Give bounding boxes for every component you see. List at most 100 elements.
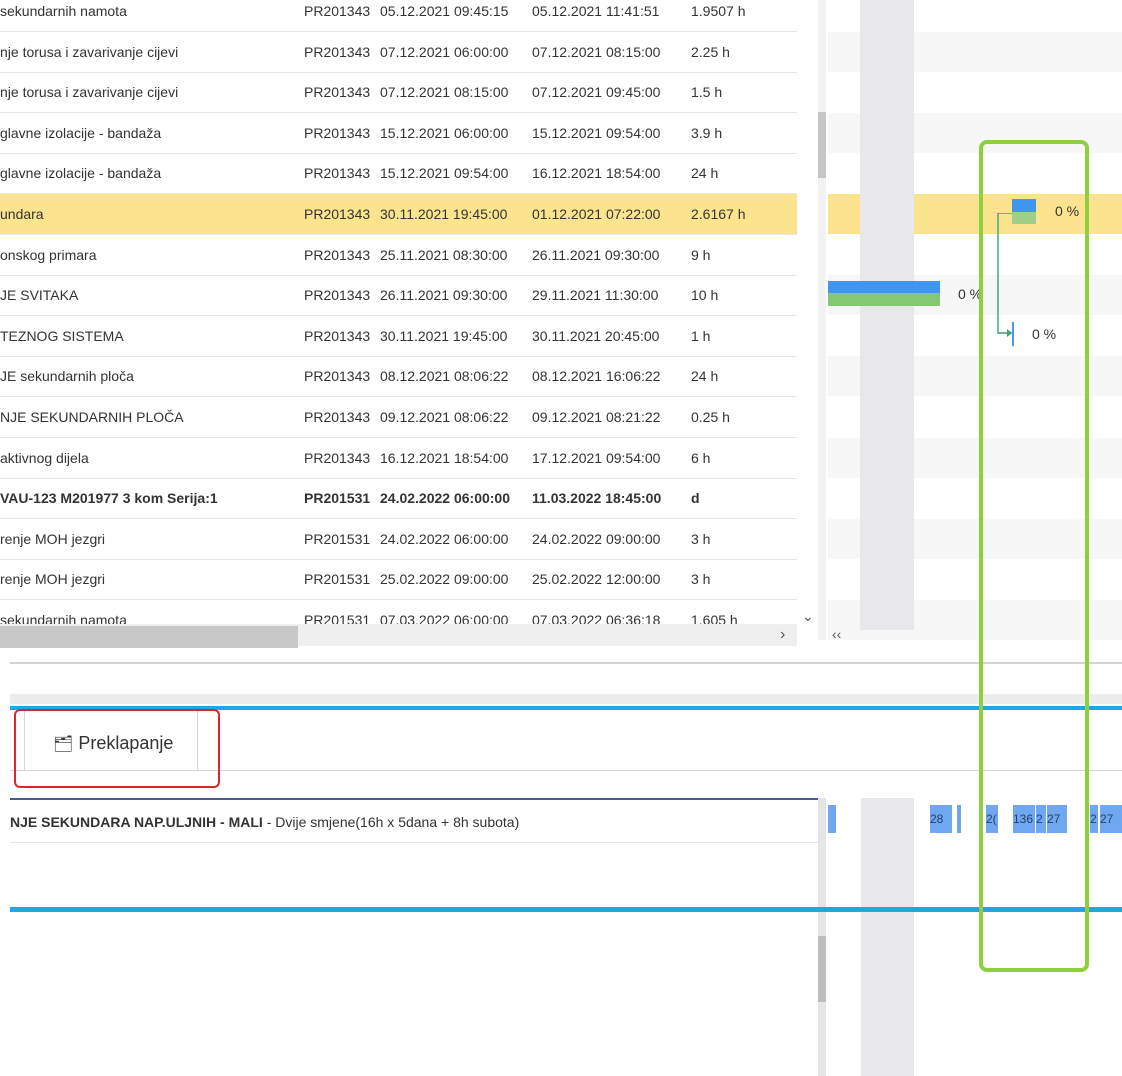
highlight-box-red xyxy=(14,709,220,788)
cell-start: 07.12.2021 06:00:00 xyxy=(380,43,509,60)
grid-horizontal-scroll-thumb[interactable] xyxy=(0,626,298,648)
cell-name: aktivnog dijela xyxy=(0,449,89,466)
cell-order: PR201343 xyxy=(304,327,371,344)
cell-start: 07.12.2021 08:15:00 xyxy=(380,84,509,101)
gantt-task-bar[interactable] xyxy=(828,281,940,306)
cell-duration: d xyxy=(691,490,700,507)
cell-start: 30.11.2021 19:45:00 xyxy=(380,206,508,222)
cell-name: NJE SEKUNDARNIH PLOČA xyxy=(0,409,184,425)
cell-duration: 3.9 h xyxy=(691,124,723,141)
cell-order: PR201343 xyxy=(304,287,371,304)
cell-name: renje MOH jezgri xyxy=(0,571,106,588)
cell-duration: 10 h xyxy=(691,287,719,304)
task-row[interactable]: undara PR201343 30.11.2021 19:45:00 01.12.2… xyxy=(0,194,797,235)
cell-order: PR201343 xyxy=(304,368,371,385)
resource-load-bar[interactable]: 27 xyxy=(1100,805,1122,833)
cell-name: glavne izolacije - bandaža xyxy=(0,165,162,182)
cell-name: VAU-123 M201977 3 kom Serija:1 xyxy=(0,490,218,507)
scroll-right-icon[interactable]: › xyxy=(780,626,785,644)
cell-end: 07.12.2021 08:15:00 xyxy=(532,43,661,60)
cell-name: nje torusa i zavarivanje cijevi xyxy=(0,43,179,60)
cell-duration: 24 h xyxy=(691,165,719,182)
cell-duration: 3 h xyxy=(691,530,711,547)
cell-name: renje MOH jezgri xyxy=(0,530,106,547)
cell-name: JE sekundarnih ploča xyxy=(0,368,134,385)
cell-duration: 1.5 h xyxy=(691,84,723,101)
cell-end: 17.12.2021 09:54:00 xyxy=(532,449,661,466)
cell-name: sekundarnih namota xyxy=(0,3,127,19)
cell-end: 30.11.2021 20:45:00 xyxy=(532,327,660,344)
cell-duration: 0.25 h xyxy=(691,409,730,425)
task-row[interactable]: NJE SEKUNDARNIH PLOČA PR201343 09.12.2021 … xyxy=(0,397,797,438)
scroll-down-icon[interactable]: ⌄ xyxy=(802,608,814,625)
resource-load-bar[interactable] xyxy=(957,805,962,833)
cell-name: onskog primara xyxy=(0,246,97,263)
bottom-panel-border xyxy=(10,907,1122,912)
cell-duration: 2.6167 h xyxy=(691,206,746,222)
cell-end: 29.11.2021 11:30:00 xyxy=(532,287,659,304)
cell-start: 26.11.2021 09:30:00 xyxy=(380,287,508,304)
cell-start: 09.12.2021 08:06:22 xyxy=(380,409,509,425)
cell-order: PR201343 xyxy=(304,84,371,101)
cell-order: PR201343 xyxy=(304,246,371,263)
resource-name: NJE SEKUNDARA NAP.ULJNIH - MALI xyxy=(10,814,263,830)
task-grid: sekundarnih namota PR201343 05.12.2021 09:… xyxy=(0,0,797,640)
cell-start: 15.12.2021 06:00:00 xyxy=(380,124,509,141)
resource-load-bar[interactable]: 2 xyxy=(1090,805,1099,833)
resource-load-bar[interactable] xyxy=(828,805,837,833)
bottom-vertical-scroll-thumb[interactable] xyxy=(818,936,826,1002)
cell-start: 15.12.2021 09:54:00 xyxy=(380,165,509,182)
cell-start: 30.11.2021 19:45:00 xyxy=(380,327,508,344)
task-row[interactable]: JE SVITAKA PR201343 26.11.2021 09:30:00 29.… xyxy=(0,275,797,317)
cell-name: JE SVITAKA xyxy=(0,287,79,304)
cell-duration: 3 h xyxy=(691,571,711,588)
cell-start: 08.12.2021 08:06:22 xyxy=(380,368,509,385)
gantt-nav-left-icon[interactable]: ‹‹ xyxy=(832,626,841,642)
resource-row[interactable]: NJE SEKUNDARA NAP.ULJNIH - MALI - Dvije … xyxy=(10,798,819,843)
grid-vertical-scrollbar[interactable] xyxy=(818,0,826,640)
cell-start: 25.11.2021 08:30:00 xyxy=(380,246,508,263)
cell-duration: 2.25 h xyxy=(691,43,730,60)
cell-start: 16.12.2021 18:54:00 xyxy=(380,449,509,466)
task-row[interactable]: glavne izolacije - bandaža PR201343 15.12.… xyxy=(0,113,797,154)
cell-order: PR201343 xyxy=(304,165,371,182)
cell-duration: 24 h xyxy=(691,368,719,385)
highlight-box-green xyxy=(979,140,1089,972)
task-row[interactable]: TEZNOG SISTEMA PR201343 30.11.2021 19:45:0… xyxy=(0,316,797,357)
cell-name: nje torusa i zavarivanje cijevi xyxy=(0,84,179,101)
cell-end: 11.03.2022 18:45:00 xyxy=(532,490,662,507)
panel-splitter[interactable] xyxy=(10,694,1122,704)
resource-description: - Dvije smjene(16h x 5dana + 8h subota) xyxy=(262,814,520,830)
cell-name: undara xyxy=(0,206,44,222)
cell-end: 16.12.2021 18:54:00 xyxy=(532,165,661,182)
grid-vertical-scroll-thumb[interactable] xyxy=(818,112,826,178)
task-row[interactable]: aktivnog dijela PR201343 16.12.2021 18:54:… xyxy=(0,438,797,479)
cell-end: 24.02.2022 09:00:00 xyxy=(532,530,661,547)
cell-start: 24.02.2022 06:00:00 xyxy=(380,490,510,507)
cell-start: 25.02.2022 09:00:00 xyxy=(380,571,509,588)
cell-start: 24.02.2022 06:00:00 xyxy=(380,530,509,547)
cell-end: 15.12.2021 09:54:00 xyxy=(532,124,661,141)
resource-load-bar[interactable]: 28 xyxy=(930,805,953,833)
task-row[interactable]: VAU-123 M201977 3 kom Serija:1 PR201531 24… xyxy=(0,478,797,520)
cell-end: 05.12.2021 11:41:51 xyxy=(532,3,660,19)
task-row[interactable]: onskog primara PR201343 25.11.2021 08:30:0… xyxy=(0,235,797,276)
cell-order: PR201531 xyxy=(304,571,371,588)
task-row[interactable]: renje MOH jezgri PR201531 25.02.2022 09:00… xyxy=(0,559,797,601)
task-row[interactable]: renje MOH jezgri PR201531 24.02.2022 06:00… xyxy=(0,519,797,560)
cell-duration: 9 h xyxy=(691,246,711,263)
task-row[interactable]: glavne izolacije - bandaža PR201343 15.12.… xyxy=(0,153,797,195)
cell-end: 07.12.2021 09:45:00 xyxy=(532,84,661,101)
cell-start: 05.12.2021 09:45:15 xyxy=(380,3,509,19)
cell-duration: 6 h xyxy=(691,449,711,466)
bottom-weekend-column xyxy=(861,798,914,1076)
task-row[interactable]: JE sekundarnih ploča PR201343 08.12.2021 0… xyxy=(0,356,797,398)
cell-end: 09.12.2021 08:21:22 xyxy=(532,409,661,425)
cell-order: PR201343 xyxy=(304,449,371,466)
task-row[interactable]: nje torusa i zavarivanje cijevi PR201343 0… xyxy=(0,72,797,114)
task-row[interactable]: nje torusa i zavarivanje cijevi PR201343 0… xyxy=(0,32,797,73)
cell-order: PR201531 xyxy=(304,490,371,507)
task-row[interactable]: sekundarnih namota PR201343 05.12.2021 09:… xyxy=(0,0,797,32)
cell-end: 26.11.2021 09:30:00 xyxy=(532,246,660,263)
cell-end: 08.12.2021 16:06:22 xyxy=(532,368,661,385)
